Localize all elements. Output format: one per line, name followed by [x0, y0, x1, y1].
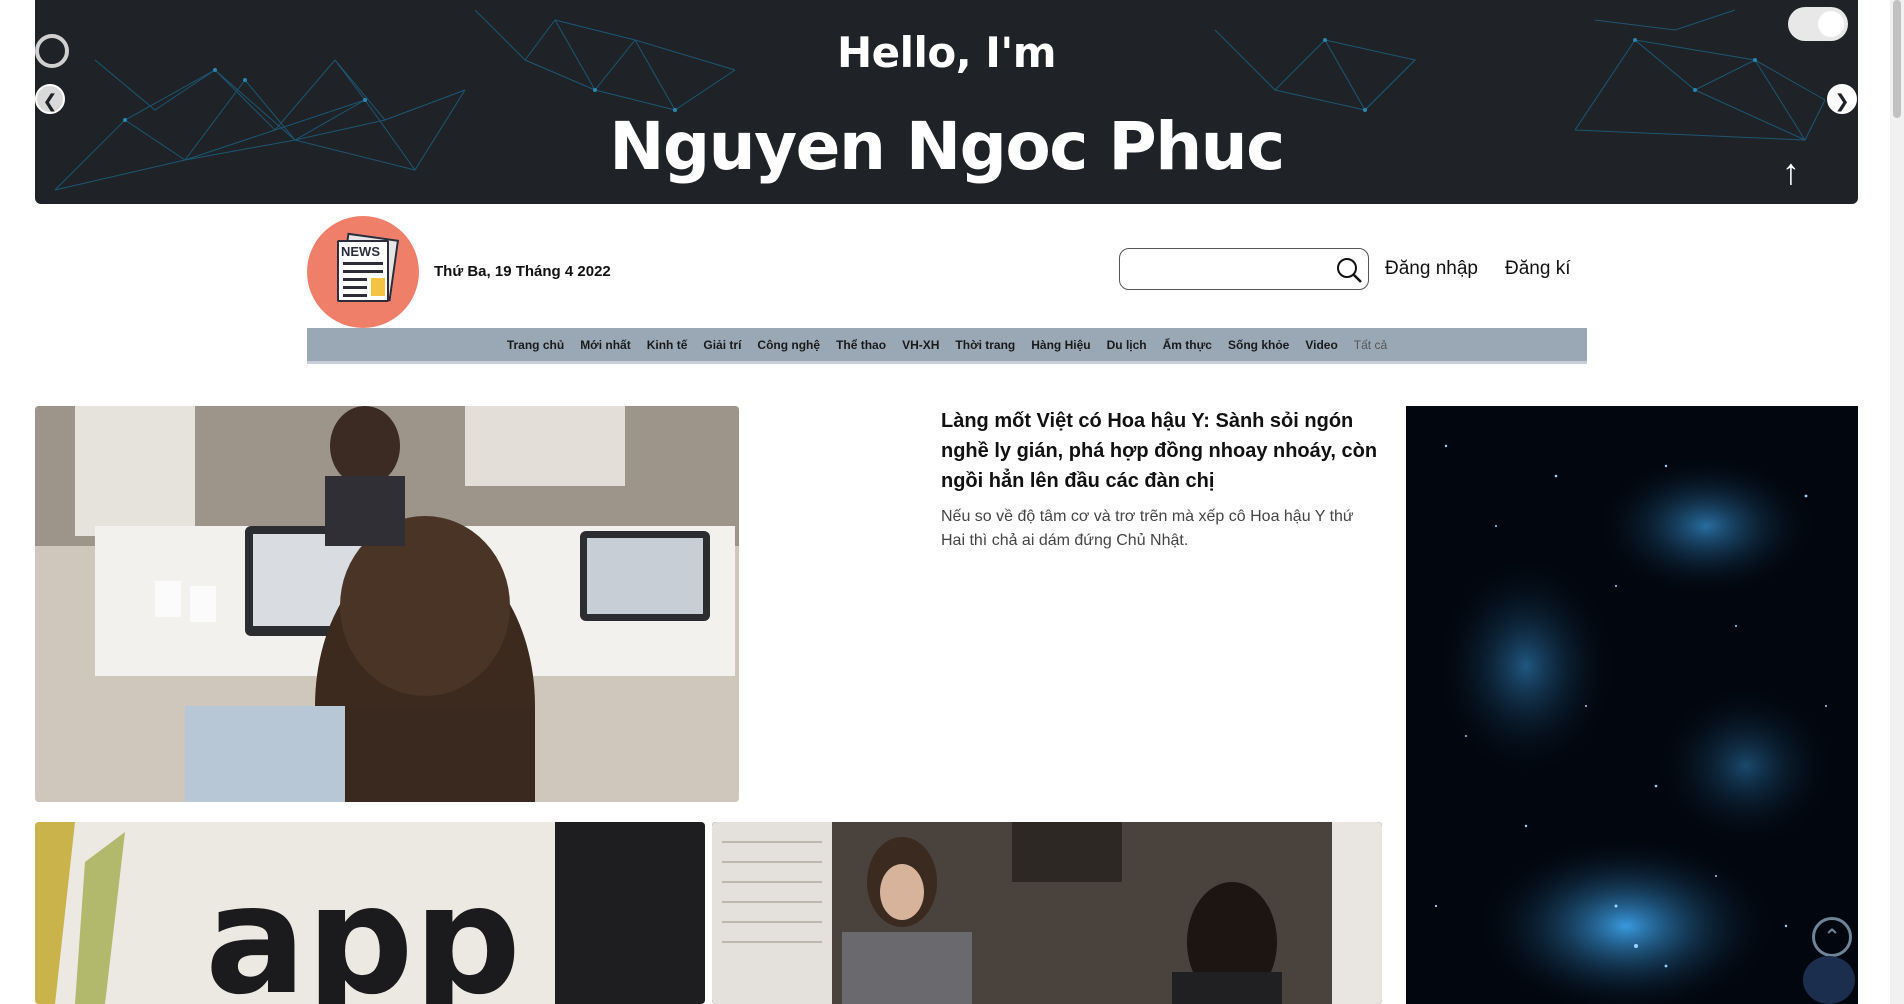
- search-icon[interactable]: [1335, 256, 1363, 284]
- nav-item-brands[interactable]: Hàng Hiệu: [1031, 338, 1090, 352]
- logo-block: [371, 278, 385, 296]
- hero-greeting: Hello, I'm: [836, 28, 1057, 77]
- search-box[interactable]: [1119, 248, 1369, 290]
- login-link[interactable]: Đăng nhập: [1385, 258, 1478, 280]
- nav-item-sports[interactable]: Thể thao: [836, 338, 886, 352]
- article-image-girls-working[interactable]: [712, 822, 1382, 1004]
- nav-item-travel[interactable]: Du lịch: [1107, 338, 1147, 352]
- hero-name: Nguyen Ngoc Phuc: [609, 108, 1285, 185]
- nav-item-cuisine[interactable]: Ẩm thực: [1163, 338, 1212, 352]
- main-nav: Trang chủ Mới nhất Kinh tế Giải trí Công…: [307, 328, 1587, 364]
- theme-toggle[interactable]: [1788, 7, 1848, 41]
- nav-item-technology[interactable]: Công nghệ: [757, 338, 820, 352]
- article-image-app-sign[interactable]: app: [35, 822, 705, 1004]
- search-input[interactable]: [1130, 257, 1320, 281]
- nav-item-culture-society[interactable]: VH-XH: [902, 338, 939, 352]
- page-scrollbar[interactable]: [1890, 0, 1904, 1004]
- nav-item-health[interactable]: Sống khỏe: [1228, 338, 1289, 352]
- scroll-to-top-icon[interactable]: ⌃: [1812, 917, 1852, 957]
- featured-article-excerpt: Nếu so về độ tâm cơ và trơ trẽn mà xếp c…: [941, 508, 1354, 549]
- news-logo[interactable]: NEWS: [307, 216, 419, 328]
- register-link[interactable]: Đăng kí: [1505, 258, 1570, 280]
- featured-article-title[interactable]: Làng mốt Việt có Hoa hậu Y: Sành sỏi ngó…: [941, 406, 1381, 496]
- side-banner-image[interactable]: [1406, 406, 1858, 1004]
- hero-banner: ❮ ❯ Hello, I'm Nguyen Ngoc Phuc ↑: [35, 0, 1858, 204]
- scrollbar-thumb[interactable]: [1893, 0, 1901, 118]
- nav-item-economy[interactable]: Kinh tế: [647, 338, 688, 352]
- app-sign-illustration: app: [35, 822, 705, 1004]
- featured-photo-illustration: [35, 406, 739, 802]
- app-sign-text: app: [205, 854, 521, 1004]
- logo-line: [343, 262, 383, 265]
- logo-line: [343, 278, 367, 281]
- featured-article-image[interactable]: [35, 406, 739, 802]
- girls-working-illustration: [712, 822, 1382, 1004]
- logo-line: [343, 270, 383, 273]
- nav-item-fashion[interactable]: Thời trang: [955, 338, 1015, 352]
- nav-item-all[interactable]: Tất cả: [1354, 338, 1387, 352]
- logo-text: NEWS: [341, 244, 380, 259]
- nav-item-home[interactable]: Trang chủ: [507, 338, 564, 352]
- galaxy-illustration: [1406, 406, 1858, 1004]
- logo-line: [343, 294, 367, 297]
- arrow-up-icon[interactable]: ↑: [1782, 152, 1800, 192]
- nav-item-latest[interactable]: Mới nhất: [580, 338, 631, 352]
- logo-line: [343, 286, 367, 289]
- current-date: Thứ Ba, 19 Tháng 4 2022: [434, 263, 611, 280]
- toggle-knob: [1818, 11, 1844, 37]
- nav-item-entertainment[interactable]: Giải trí: [703, 338, 741, 352]
- chat-widget-button[interactable]: [1803, 956, 1855, 1004]
- nav-item-video[interactable]: Video: [1305, 338, 1337, 352]
